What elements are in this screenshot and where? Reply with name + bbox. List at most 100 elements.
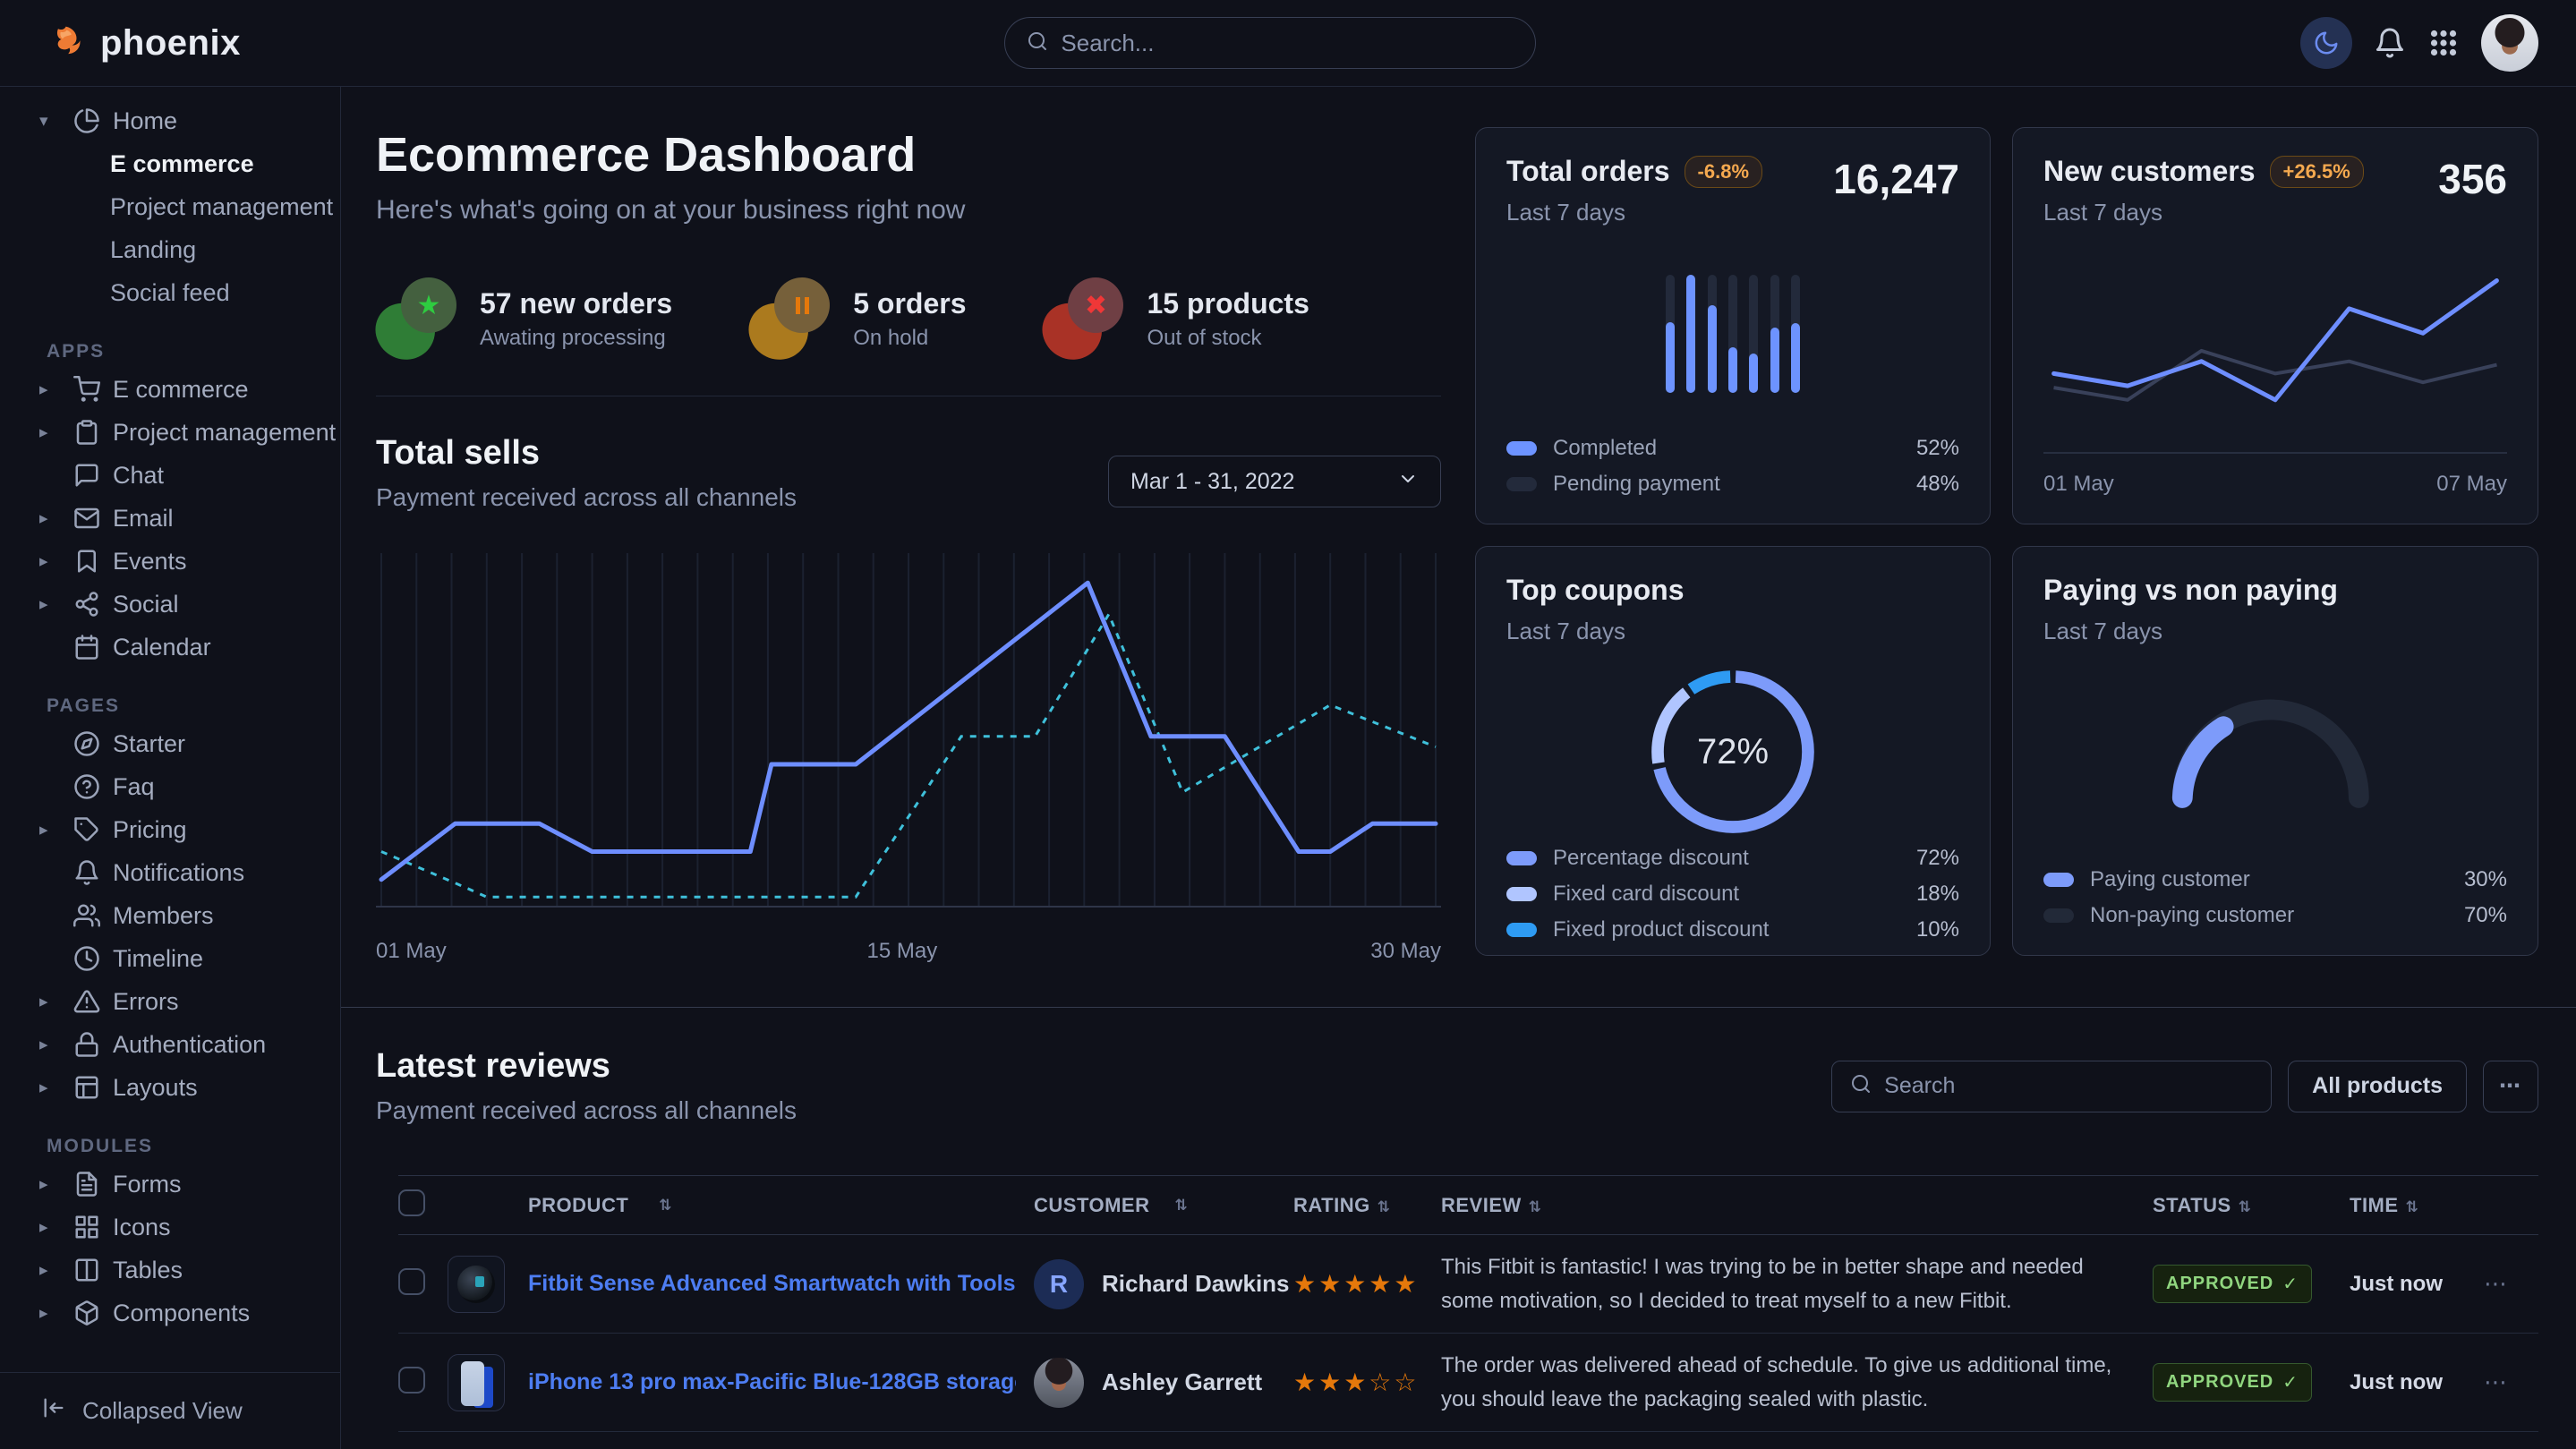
order-bar xyxy=(1791,275,1800,393)
all-products-button[interactable]: All products xyxy=(2288,1061,2467,1112)
sidebar-item-calendar[interactable]: Calendar xyxy=(0,626,340,669)
collapse-icon xyxy=(41,1395,66,1427)
caret-down-icon: ▾ xyxy=(39,111,61,132)
legend-value: 52% xyxy=(1916,436,1959,461)
reviews-search[interactable] xyxy=(1831,1061,2272,1112)
column-header-review[interactable]: REVIEW⇅ xyxy=(1441,1194,2153,1217)
legend-label: Pending payment xyxy=(1553,472,1900,497)
shopping-cart-icon xyxy=(73,376,100,403)
mail-icon xyxy=(73,505,100,532)
sidebar-item-label: Faq xyxy=(113,773,155,801)
clock-icon xyxy=(73,945,100,972)
brand-logo[interactable]: phoenix xyxy=(47,22,241,64)
row-checkbox[interactable] xyxy=(398,1367,425,1394)
customer-avatar[interactable] xyxy=(1034,1358,1084,1408)
search-icon xyxy=(1027,30,1048,56)
global-search-input[interactable] xyxy=(1061,30,1514,57)
theme-toggle-button[interactable] xyxy=(2300,17,2352,69)
reviews-table: PRODUCT⇅CUSTOMER⇅RATING⇅REVIEW⇅STATUS⇅TI… xyxy=(398,1175,2538,1449)
sidebar-item-project-management[interactable]: ▸ Project management xyxy=(0,411,340,454)
stat-caption: Awating processing xyxy=(480,326,672,351)
sidebar-item-authentication[interactable]: ▸Authentication xyxy=(0,1023,340,1066)
sidebar-item-components[interactable]: ▸Components xyxy=(0,1291,340,1334)
sidebar-item-notifications[interactable]: Notifications xyxy=(0,851,340,894)
notifications-button[interactable] xyxy=(2374,27,2406,59)
sidebar-item-social[interactable]: ▸Social xyxy=(0,583,340,626)
user-avatar[interactable] xyxy=(2481,14,2538,72)
global-search[interactable] xyxy=(1004,17,1536,69)
sort-icon[interactable]: ⇅ xyxy=(1175,1197,1189,1215)
column-header-time[interactable]: TIME⇅ xyxy=(2350,1194,2484,1217)
stat-caption: On hold xyxy=(853,326,966,351)
sidebar-item-social-feed[interactable]: Social feed xyxy=(0,271,340,314)
page-subtitle: Here's what's going on at your business … xyxy=(376,195,1441,226)
sidebar-item-layouts[interactable]: ▸Layouts xyxy=(0,1066,340,1109)
sort-icon[interactable]: ⇅ xyxy=(1378,1198,1391,1215)
product-thumbnail[interactable] xyxy=(448,1354,505,1411)
order-stats: ★57 new ordersAwating processing5 orders… xyxy=(376,277,1441,360)
review-text: This Fitbit is fantastic! I was trying t… xyxy=(1441,1250,2126,1317)
legend-item-completed: Completed52% xyxy=(1506,436,1959,461)
reviews-more-button[interactable]: ⋯ xyxy=(2483,1061,2538,1112)
sidebar-item-email[interactable]: ▸Email xyxy=(0,497,340,540)
reviews-search-input[interactable] xyxy=(1884,1073,2253,1099)
total-orders-card: Total orders -6.8% Last 7 days 16,247 Co… xyxy=(1475,127,1991,524)
product-thumbnail[interactable] xyxy=(448,1256,505,1313)
sidebar-item-label: Project management xyxy=(113,419,336,447)
sidebar-item-landing[interactable]: Landing xyxy=(0,228,340,271)
sidebar-item-faq[interactable]: Faq xyxy=(0,765,340,808)
review-text: The order was delivered ahead of schedul… xyxy=(1441,1349,2126,1415)
row-more-button[interactable]: ⋯ xyxy=(2484,1270,2538,1298)
alert-triangle-icon xyxy=(73,988,100,1015)
total-orders-value: 16,247 xyxy=(1833,155,1959,203)
customer-avatar[interactable]: R xyxy=(1034,1259,1084,1309)
sidebar-item-tables[interactable]: ▸Tables xyxy=(0,1249,340,1291)
review-time: Just now xyxy=(2350,1370,2443,1394)
total-orders-period: Last 7 days xyxy=(1506,199,1762,226)
top-coupons-card: Top coupons Last 7 days 72% Percentage d… xyxy=(1475,546,1991,956)
sidebar-item-pricing[interactable]: ▸Pricing xyxy=(0,808,340,851)
legend-label: Fixed product discount xyxy=(1553,917,1900,942)
column-header-rating[interactable]: RATING⇅ xyxy=(1293,1194,1441,1217)
sidebar-item-events[interactable]: ▸Events xyxy=(0,540,340,583)
column-header-customer[interactable]: CUSTOMER⇅ xyxy=(1034,1194,1293,1217)
caret-right-icon: ▸ xyxy=(39,992,61,1012)
sidebar-item-icons[interactable]: ▸Icons xyxy=(0,1206,340,1249)
order-bar xyxy=(1749,275,1758,393)
sidebar-item-starter[interactable]: Starter xyxy=(0,722,340,765)
sort-icon[interactable]: ⇅ xyxy=(2406,1198,2419,1215)
date-range-select[interactable]: Mar 1 - 31, 2022 xyxy=(1108,456,1441,507)
new-customers-value: 356 xyxy=(2438,155,2507,203)
column-header-status[interactable]: STATUS⇅ xyxy=(2153,1194,2350,1217)
sidebar-item-chat[interactable]: Chat xyxy=(0,454,340,497)
product-link[interactable]: iPhone 13 pro max-Pacific Blue-128GB sto… xyxy=(528,1369,1016,1395)
review-time: Just now xyxy=(2350,1272,2443,1296)
top-coupons-legend: Percentage discount72%Fixed card discoun… xyxy=(1506,846,1959,942)
sidebar-item-members[interactable]: Members xyxy=(0,894,340,937)
apps-grid-button[interactable] xyxy=(2427,27,2460,59)
column-header-product[interactable]: PRODUCT⇅ xyxy=(448,1194,1034,1217)
sort-icon[interactable]: ⇅ xyxy=(659,1197,672,1215)
sort-icon[interactable]: ⇅ xyxy=(1529,1198,1542,1215)
sidebar-item-timeline[interactable]: Timeline xyxy=(0,937,340,980)
row-more-button[interactable]: ⋯ xyxy=(2484,1368,2538,1396)
sidebar-item-project-management[interactable]: Project management xyxy=(0,185,340,228)
sidebar-item-label: Email xyxy=(113,505,174,533)
sidebar-item-e-commerce[interactable]: E commerce xyxy=(0,142,340,185)
legend-label: Paying customer xyxy=(2090,867,2448,892)
select-all-checkbox[interactable] xyxy=(398,1189,425,1216)
sidebar-item-errors[interactable]: ▸Errors xyxy=(0,980,340,1023)
row-checkbox[interactable] xyxy=(398,1268,425,1295)
calendar-icon xyxy=(73,634,100,661)
sort-icon[interactable]: ⇅ xyxy=(2239,1198,2252,1215)
sidebar-item-home[interactable]: ▾Home xyxy=(0,99,340,142)
pie-chart-icon xyxy=(73,107,100,134)
sidebar-item-forms[interactable]: ▸Forms xyxy=(0,1163,340,1206)
collapsed-view-toggle[interactable]: Collapsed View xyxy=(0,1372,340,1449)
cross-blob-icon: ✖ xyxy=(1043,277,1125,360)
product-link[interactable]: Fitbit Sense Advanced Smartwatch with To… xyxy=(528,1271,1016,1297)
legend-value: 48% xyxy=(1916,472,1959,497)
search-icon xyxy=(1850,1073,1872,1095)
caret-right-icon: ▸ xyxy=(39,422,61,443)
sidebar-item-e-commerce[interactable]: ▸E commerce xyxy=(0,368,340,411)
